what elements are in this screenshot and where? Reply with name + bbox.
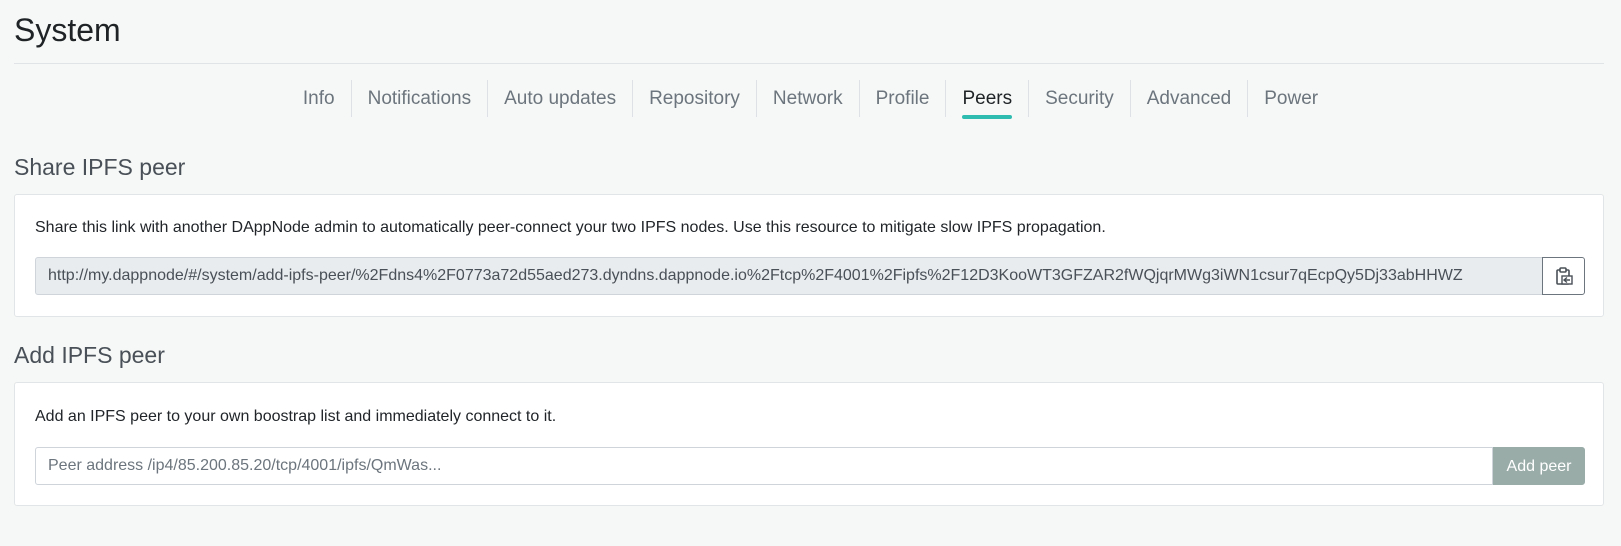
tab-label: Notifications bbox=[367, 88, 472, 109]
share-description: Share this link with another DAppNode ad… bbox=[35, 219, 1106, 236]
peer-address-input[interactable] bbox=[35, 447, 1493, 485]
share-ipfs-peer-title: Share IPFS peer bbox=[14, 154, 186, 180]
tab-info[interactable]: Info bbox=[287, 80, 351, 117]
page-title: System bbox=[14, 12, 121, 48]
add-description: Add an IPFS peer to your own boostrap li… bbox=[35, 408, 557, 425]
tab-network[interactable]: Network bbox=[757, 80, 859, 117]
add-ipfs-peer-title: Add IPFS peer bbox=[14, 342, 165, 368]
tab-auto-updates[interactable]: Auto updates bbox=[488, 80, 632, 117]
clipboard-copy-icon bbox=[1555, 267, 1573, 285]
tab-power[interactable]: Power bbox=[1248, 80, 1334, 117]
add-ipfs-peer-card: Add an IPFS peer to your own boostrap li… bbox=[14, 382, 1604, 506]
tab-label: Power bbox=[1264, 88, 1319, 109]
system-page: System Info Notifications Auto updates R… bbox=[0, 0, 1621, 546]
tab-advanced[interactable]: Advanced bbox=[1131, 80, 1248, 117]
share-ipfs-peer-card: Share this link with another DAppNode ad… bbox=[14, 194, 1604, 317]
tab-label: Info bbox=[302, 88, 335, 109]
active-tab-indicator bbox=[962, 115, 1013, 119]
tab-label: Profile bbox=[875, 88, 930, 109]
title-divider bbox=[14, 63, 1604, 64]
tab-security[interactable]: Security bbox=[1029, 80, 1130, 117]
tab-profile[interactable]: Profile bbox=[860, 80, 946, 117]
tab-peers[interactable]: Peers bbox=[946, 80, 1028, 119]
tab-label: Advanced bbox=[1146, 88, 1232, 109]
tab-label: Auto updates bbox=[504, 88, 617, 109]
share-link-field[interactable]: http://my.dappnode/#/system/add-ipfs-pee… bbox=[35, 257, 1543, 295]
tab-label: Peers bbox=[962, 88, 1013, 109]
tab-repository[interactable]: Repository bbox=[633, 80, 756, 117]
system-tabs: Info Notifications Auto updates Reposito… bbox=[0, 80, 1621, 119]
add-peer-button[interactable]: Add peer bbox=[1493, 447, 1585, 485]
tab-notifications[interactable]: Notifications bbox=[352, 80, 488, 117]
copy-link-button[interactable] bbox=[1542, 257, 1585, 295]
tab-label: Repository bbox=[649, 88, 740, 109]
tab-label: Network bbox=[772, 88, 843, 109]
tab-label: Security bbox=[1045, 88, 1114, 109]
